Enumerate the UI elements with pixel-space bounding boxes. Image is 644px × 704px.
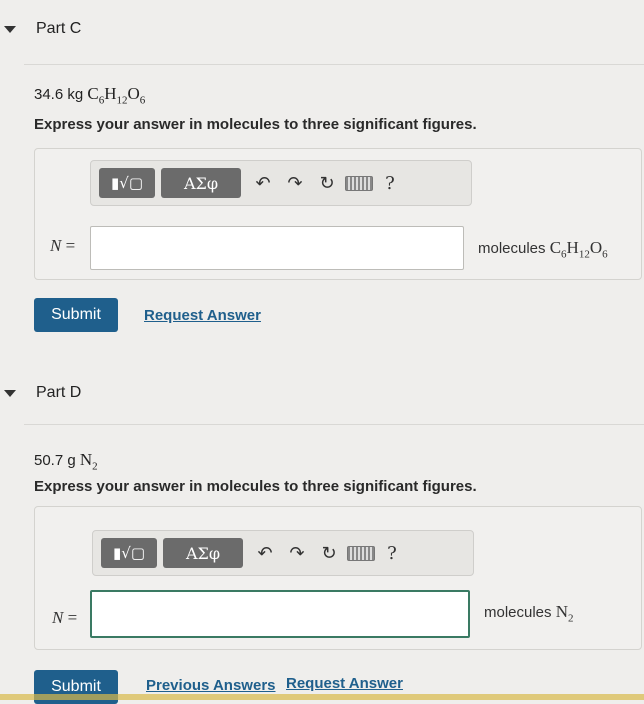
undo-icon[interactable]: ↶ [247,168,279,198]
answer-input[interactable] [90,590,470,638]
math-toolbar: ▮√▢ ΑΣφ ↶ ↷ ↻ ? [92,530,474,576]
reset-icon[interactable]: ↻ [311,168,343,198]
help-icon[interactable]: ? [377,543,407,564]
reset-icon[interactable]: ↻ [313,538,345,568]
keyboard-icon[interactable] [343,168,375,198]
template-icon: ▮√▢ [111,174,143,192]
variable-label: N = [50,236,76,255]
triangle-down-icon[interactable] [4,26,16,33]
redo-icon[interactable]: ↷ [281,538,313,568]
instruction-text: Express your answer in molecules to thre… [34,116,477,133]
triangle-down-icon[interactable] [4,390,16,397]
math-toolbar: ▮√▢ ΑΣφ ↶ ↷ ↻ ? [90,160,472,206]
chemical-formula: C6H12O6 [87,84,146,107]
part-title: Part D [36,384,82,401]
given-quantity: 34.6 kg C6H12O6 [34,84,146,107]
undo-icon[interactable]: ↶ [249,538,281,568]
given-quantity: 50.7 g N2 [34,450,98,473]
greek-symbols-button[interactable]: ΑΣφ [161,168,241,198]
keyboard-icon[interactable] [345,538,377,568]
units-label: molecules C6H12O6 [478,238,608,261]
units-label: molecules N2 [484,602,574,625]
divider [24,424,644,425]
previous-answers-link[interactable]: Previous Answers [146,677,276,694]
redo-icon[interactable]: ↷ [279,168,311,198]
request-answer-link[interactable]: Request Answer [286,675,403,692]
variable-label: N = [52,608,78,627]
submit-button[interactable]: Submit [34,298,118,332]
template-button[interactable]: ▮√▢ [101,538,157,568]
answer-input[interactable] [90,226,464,270]
part-d-header[interactable]: Part D [0,368,644,416]
instruction-text: Express your answer in molecules to thre… [34,478,477,495]
template-button[interactable]: ▮√▢ [99,168,155,198]
divider [24,64,644,65]
chemical-formula: N2 [79,450,98,473]
greek-symbols-button[interactable]: ΑΣφ [163,538,243,568]
request-answer-link[interactable]: Request Answer [144,307,261,324]
help-icon[interactable]: ? [375,173,405,194]
bottom-highlight-bar [0,694,644,700]
part-title: Part C [36,20,82,37]
part-c-header[interactable]: Part C [0,4,644,52]
template-icon: ▮√▢ [113,544,145,562]
